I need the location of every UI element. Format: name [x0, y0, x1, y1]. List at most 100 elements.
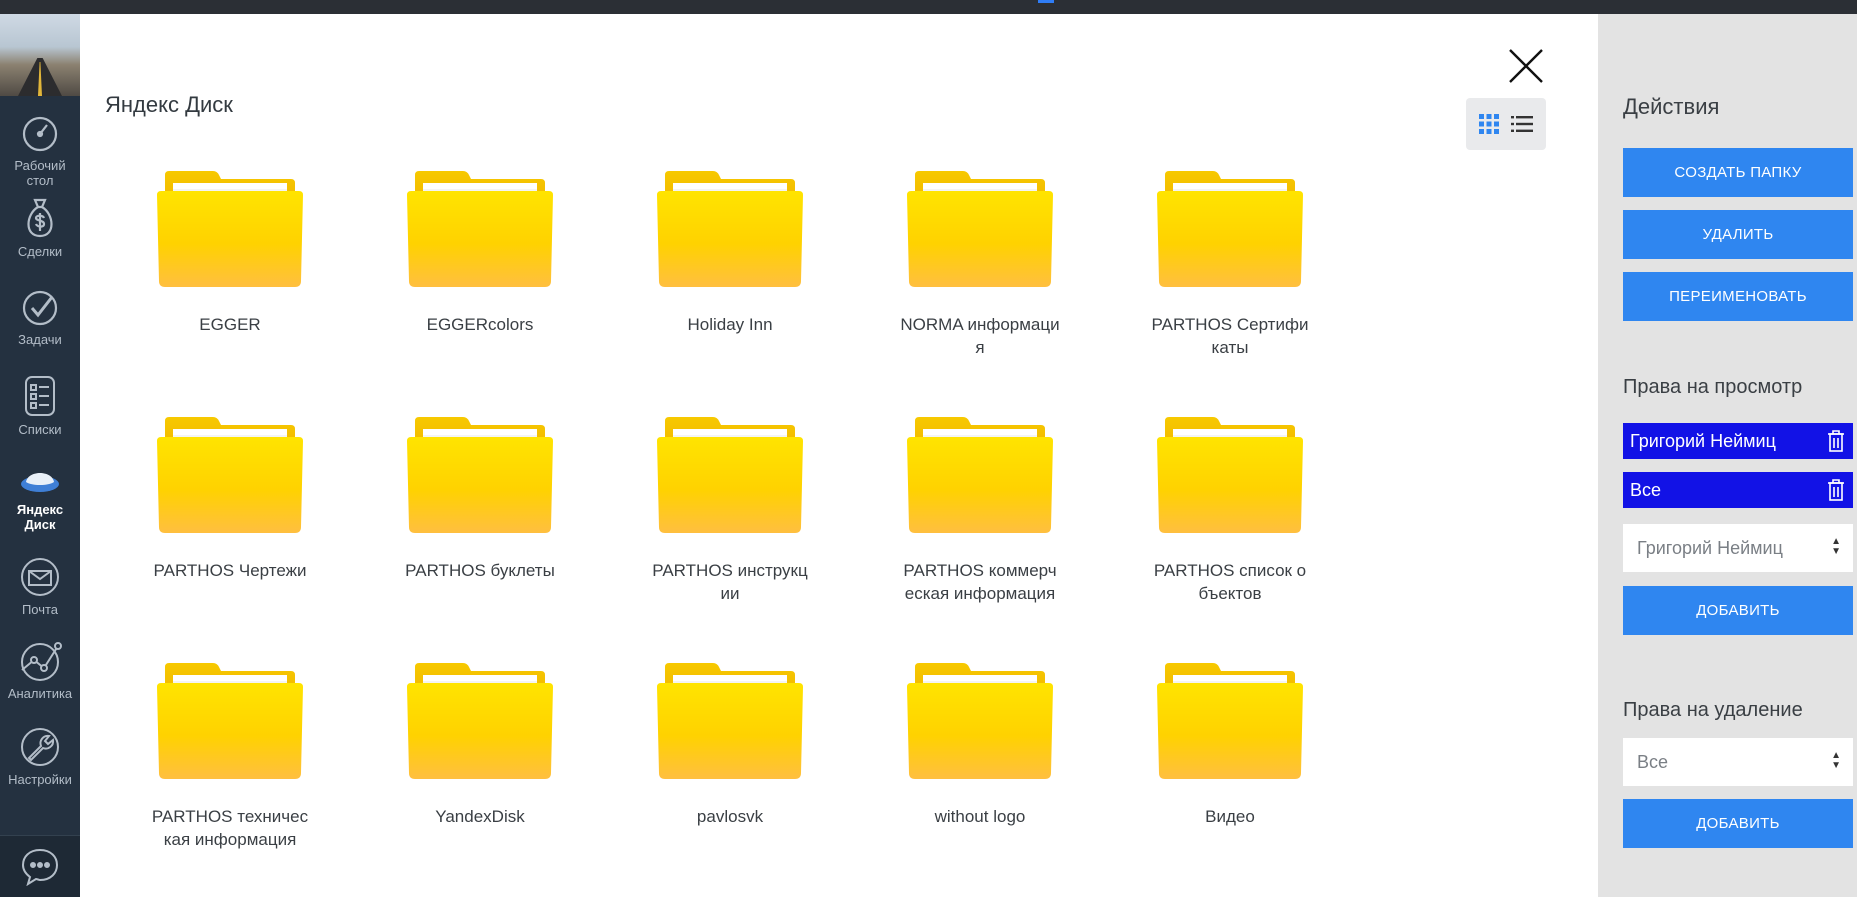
folder-name: YandexDisk: [435, 807, 525, 826]
folder-icon: [1157, 663, 1303, 779]
actions-title: Действия: [1623, 94, 1720, 119]
analytics-icon: [21, 642, 62, 681]
folder-icon: [407, 171, 553, 287]
sidebar-item-label: Сделки: [17, 244, 63, 259]
sidebar-item-label: Задачи: [18, 332, 62, 347]
sidebar-item-settings[interactable]: Настройки: [0, 720, 80, 800]
view-rights-user-tag: Все: [1623, 472, 1853, 508]
chat-button[interactable]: [0, 835, 80, 897]
folder-icon: [907, 171, 1053, 287]
folder-item[interactable]: PARTHOS список объектов: [1125, 415, 1335, 605]
folder-item[interactable]: pavlosvk: [625, 661, 835, 828]
folder-name: PARTHOS Чертежи: [153, 561, 307, 580]
sidebar-item-yandex-disk[interactable]: Яндекс Диск: [0, 456, 80, 550]
add-view-rights-button[interactable]: ДОБАВИТЬ: [1623, 586, 1853, 635]
folder-name: pavlosvk: [696, 807, 764, 826]
folder-icon: [157, 171, 303, 287]
sidebar: Рабочий стол Сделки Задачи Списки Яндекс…: [0, 14, 80, 897]
folder-icon: [657, 171, 803, 287]
list-view-icon[interactable]: [1511, 115, 1533, 133]
folder-item[interactable]: Видео: [1125, 661, 1335, 828]
folder-icon: [407, 417, 553, 533]
trash-icon[interactable]: [1827, 479, 1845, 501]
folder-item[interactable]: EGGERcolors: [375, 169, 585, 336]
dollar-bag-icon: [27, 198, 53, 238]
folder-icon: [907, 663, 1053, 779]
delete-rights-select-value: Все: [1637, 751, 1669, 772]
chat-icon: [21, 848, 59, 886]
folder-icon: [1157, 171, 1303, 287]
grid-view-icon[interactable]: [1479, 114, 1499, 134]
add-delete-rights-button[interactable]: ДОБАВИТЬ: [1623, 799, 1853, 848]
close-icon[interactable]: [1506, 46, 1546, 86]
sidebar-item-mail[interactable]: Почта: [0, 550, 80, 634]
view-rights-user-tag: Григорий Неймиц: [1623, 423, 1853, 459]
view-rights-user-name: Все: [1630, 479, 1662, 500]
folder-name: NORMA информация: [900, 315, 1060, 357]
rename-button[interactable]: ПЕРЕИМЕНОВАТЬ: [1623, 272, 1853, 321]
sidebar-item-label: Почта: [21, 602, 59, 617]
folder-icon: [157, 417, 303, 533]
view-rights-title: Права на просмотр: [1623, 376, 1803, 398]
delete-button[interactable]: УДАЛИТЬ: [1623, 210, 1853, 259]
trash-icon[interactable]: [1827, 430, 1845, 452]
main-content: Яндекс Диск EGGER EGGERcolors Holiday Inn N…: [80, 14, 1598, 897]
folder-name: Видео: [1205, 807, 1255, 826]
view-toggle: [1466, 98, 1546, 150]
page-title: Яндекс Диск: [105, 92, 233, 117]
folder-item[interactable]: EGGER: [125, 169, 335, 336]
folder-name: EGGER: [199, 315, 261, 334]
check-circle-icon: [22, 290, 58, 326]
create-folder-button[interactable]: СОЗДАТЬ ПАПКУ: [1623, 148, 1853, 197]
gauge-icon: [22, 116, 58, 152]
folder-name: Holiday Inn: [687, 315, 773, 334]
folder-name: without logo: [934, 807, 1026, 826]
folder-icon: [907, 417, 1053, 533]
folder-item[interactable]: PARTHOS буклеты: [375, 415, 585, 582]
sidebar-item-desktop[interactable]: Рабочий стол: [0, 96, 80, 196]
sidebar-item-label: Списки: [18, 422, 62, 437]
wrench-icon: [21, 728, 59, 766]
folder-item[interactable]: PARTHOS инструкции: [625, 415, 835, 605]
list-icon: [25, 376, 55, 416]
folder-name: PARTHOS список объектов: [1153, 561, 1307, 603]
user-avatar[interactable]: [0, 14, 80, 96]
folder-name: PARTHOS техническая информация: [151, 807, 309, 849]
folder-name: EGGERcolors: [426, 315, 534, 334]
actions-panel: Действия СОЗДАТЬ ПАПКУ УДАЛИТЬ ПЕРЕИМЕНО…: [1598, 14, 1857, 897]
sidebar-item-lists[interactable]: Списки: [0, 368, 80, 456]
sidebar-item-label: Аналитика: [7, 686, 73, 701]
view-rights-user-name: Григорий Неймиц: [1630, 430, 1776, 451]
top-bar-accent: [1038, 0, 1054, 3]
sidebar-item-deals[interactable]: Сделки: [0, 196, 80, 282]
view-rights-select-value: Григорий Неймиц: [1637, 537, 1783, 558]
folder-name: PARTHOS Сертификаты: [1151, 315, 1309, 357]
folder-icon: [157, 663, 303, 779]
folder-item[interactable]: NORMA информация: [875, 169, 1085, 359]
mail-icon: [21, 558, 59, 596]
delete-rights-title: Права на удаление: [1623, 699, 1803, 721]
delete-rights-user-select[interactable]: Все ▲ ▼: [1623, 738, 1853, 786]
folder-icon: [657, 663, 803, 779]
folder-item[interactable]: YandexDisk: [375, 661, 585, 828]
sidebar-item-tasks[interactable]: Задачи: [0, 282, 80, 368]
folder-icon: [1157, 417, 1303, 533]
sidebar-item-analytics[interactable]: Аналитика: [0, 634, 80, 720]
folder-item[interactable]: Holiday Inn: [625, 169, 835, 336]
folder-icon: [657, 417, 803, 533]
folder-item[interactable]: PARTHOS техническая информация: [125, 661, 335, 851]
select-arrows-icon: ▲ ▼: [1831, 536, 1841, 557]
folder-item[interactable]: PARTHOS Сертификаты: [1125, 169, 1335, 359]
sidebar-item-label: Настройки: [8, 772, 72, 787]
folder-item[interactable]: PARTHOS Чертежи: [125, 415, 335, 582]
sidebar-item-label: Рабочий стол: [14, 158, 66, 188]
folder-item[interactable]: without logo: [875, 661, 1085, 828]
folder-item[interactable]: PARTHOS коммерческая информация: [875, 415, 1085, 605]
sidebar-item-label: Яндекс Диск: [16, 502, 64, 532]
select-arrows-icon: ▲ ▼: [1831, 750, 1841, 771]
top-bar: [0, 0, 1857, 14]
folder-name: PARTHOS инструкции: [652, 561, 808, 603]
folder-icon: [407, 663, 553, 779]
folder-name: PARTHOS буклеты: [405, 561, 555, 580]
view-rights-user-select[interactable]: Григорий Неймиц ▲ ▼: [1623, 524, 1853, 572]
